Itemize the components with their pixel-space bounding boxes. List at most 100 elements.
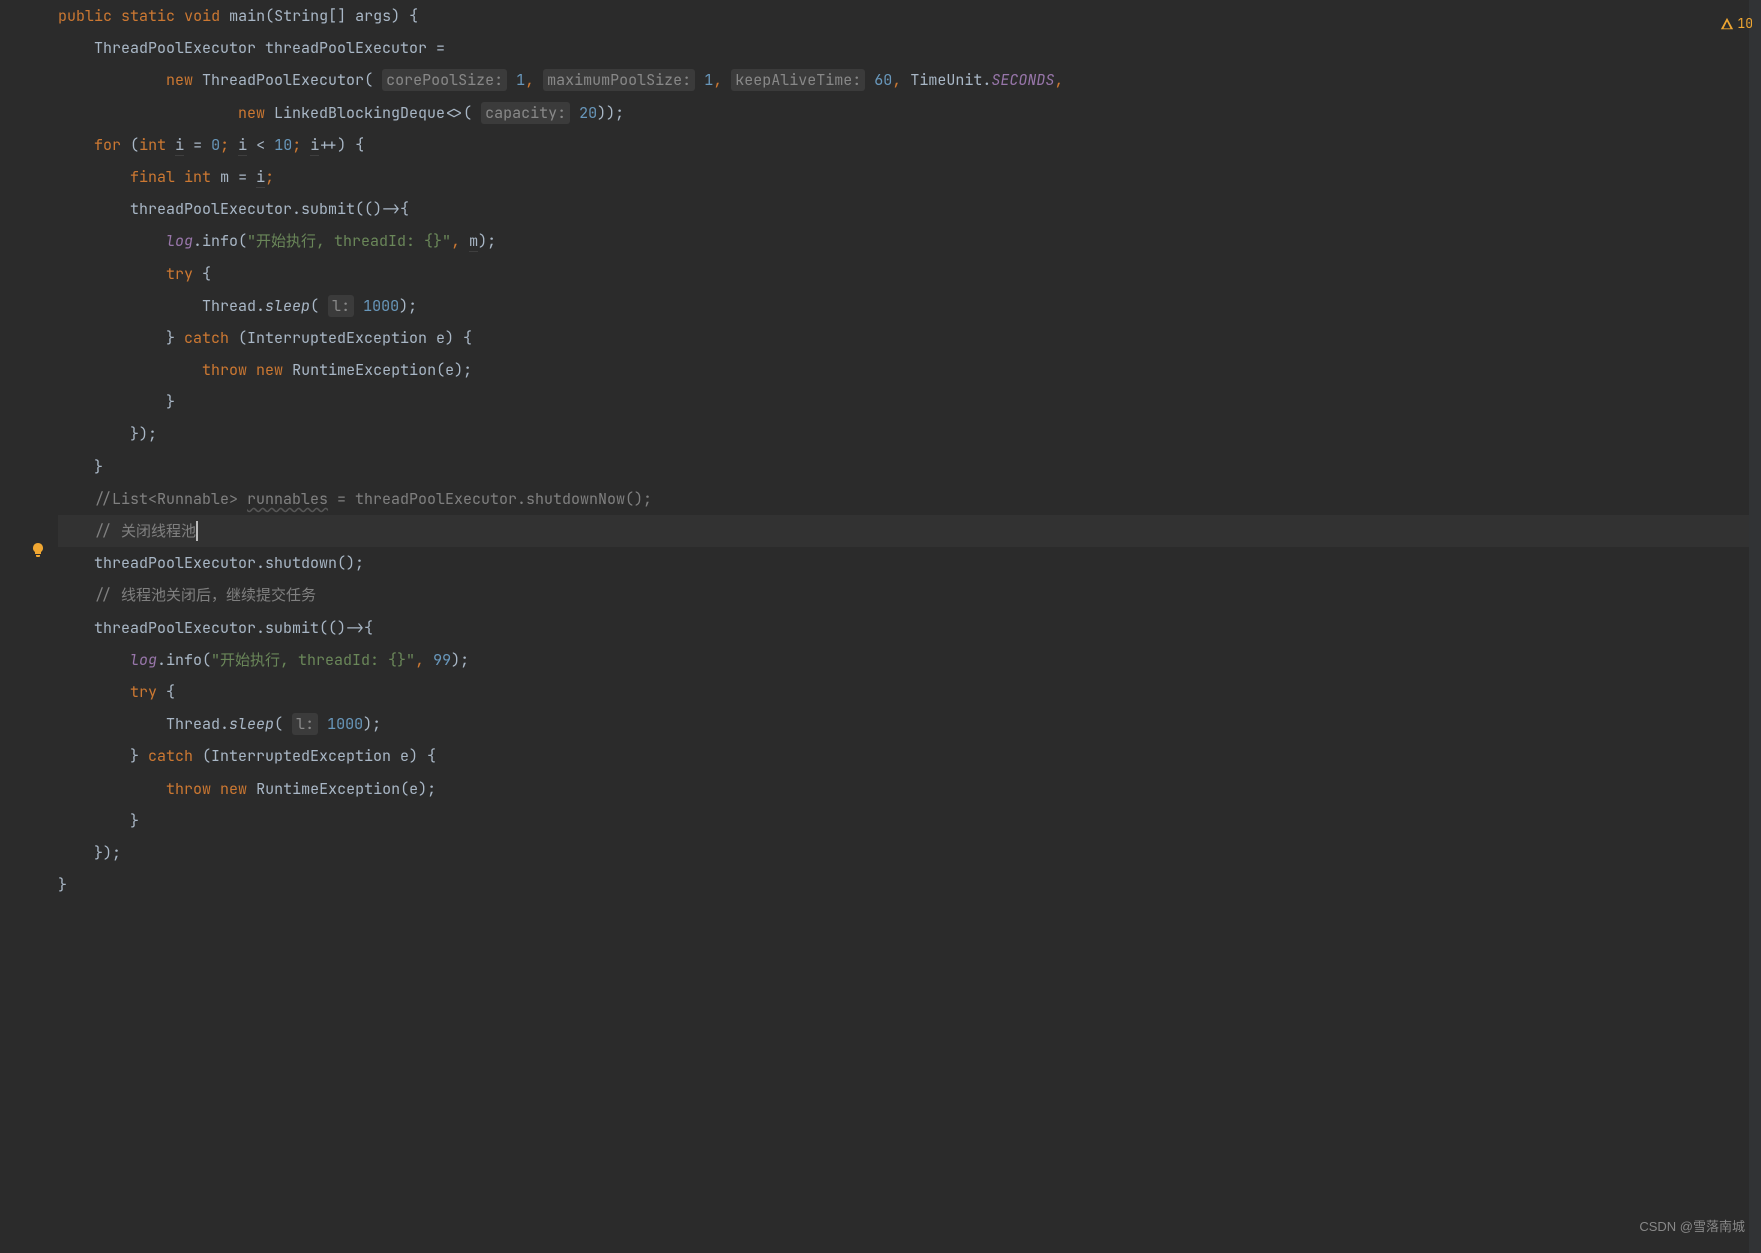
keyword-new: new [256, 360, 283, 380]
keyword-new: new [238, 103, 265, 123]
literal: 20 [579, 103, 597, 123]
class-ref: Thread. [202, 296, 265, 316]
semicolon: ; [265, 167, 274, 187]
comma: , [892, 70, 901, 90]
method-info: .info( [157, 650, 211, 670]
var-i: i [310, 135, 319, 156]
keyword-int: int [139, 135, 166, 155]
keyword-catch: catch [184, 328, 229, 348]
keyword-try: try [166, 264, 193, 284]
comment: // 线程池关闭后，继续提交任务 [94, 585, 316, 605]
keyword-void: void [184, 6, 220, 26]
method-call: threadPoolExecutor.submit(()->{ [130, 199, 409, 219]
literal: 0 [211, 135, 220, 155]
keyword-int: int [184, 167, 211, 187]
comma: , [451, 231, 469, 251]
text: < [247, 135, 274, 155]
method-name: main [229, 6, 265, 26]
brace: } [130, 746, 148, 766]
ctor: RuntimeException(e); [256, 779, 436, 799]
scrollbar[interactable] [1749, 0, 1761, 1253]
static-method: sleep [229, 714, 274, 734]
var-i: i [256, 167, 265, 188]
literal: 99 [433, 650, 451, 670]
comment-wavy: runnables [247, 489, 328, 509]
var-m: m [469, 231, 478, 252]
intention-bulb-icon[interactable] [30, 537, 46, 569]
warning-badge[interactable]: 10 [1720, 8, 1753, 40]
string: "开始执行, threadId: {}" [211, 650, 415, 670]
class-ref: Thread. [166, 714, 229, 734]
paren: ); [399, 296, 417, 316]
paren: ); [363, 714, 381, 734]
method-call: threadPoolExecutor.submit(()->{ [94, 618, 373, 638]
literal: 1000 [363, 296, 399, 316]
string: "开始执行, threadId: {}" [247, 231, 451, 251]
literal: 1 [704, 70, 713, 90]
comma: , [1054, 70, 1063, 90]
class-ref: TimeUnit. [910, 70, 991, 90]
field-log: log [130, 650, 157, 670]
var-decl: ThreadPoolExecutor threadPoolExecutor = [94, 38, 445, 58]
param-hint: maximumPoolSize: [543, 69, 695, 91]
warning-count: 10 [1737, 8, 1753, 40]
literal: 60 [874, 70, 892, 90]
text: = [184, 135, 211, 155]
code-editor[interactable]: public static void main(String[] args) {… [0, 0, 1761, 1253]
brace: } [166, 328, 184, 348]
caret [196, 521, 198, 541]
comma: , [525, 70, 534, 90]
param-hint: l: [328, 295, 354, 317]
ctor: LinkedBlockingDeque<>( [274, 103, 472, 123]
params: (InterruptedException e) { [229, 328, 472, 348]
var-i: i [238, 135, 247, 156]
param-hint: capacity: [481, 102, 570, 124]
params: (InterruptedException e) { [193, 746, 436, 766]
text: ( [130, 135, 139, 155]
code-content[interactable]: public static void main(String[] args) {… [50, 0, 1761, 1253]
brace: { [193, 264, 211, 284]
var-m: m = [220, 167, 256, 187]
method-call: threadPoolExecutor.shutdown(); [94, 553, 364, 573]
paren: ); [451, 650, 469, 670]
brace: { [157, 682, 175, 702]
comment: = threadPoolExecutor.shutdownNow(); [328, 489, 652, 509]
brace: } [94, 457, 103, 477]
params: (String[] args) { [265, 6, 418, 26]
keyword-throw: throw [166, 779, 211, 799]
paren: ); [478, 231, 496, 251]
brace: } [58, 875, 67, 895]
keyword-new: new [220, 779, 247, 799]
literal: 1 [516, 70, 525, 90]
field-log: log [166, 231, 193, 251]
comma: , [713, 70, 722, 90]
paren: ( [310, 296, 328, 316]
static-method: sleep [265, 296, 310, 316]
keyword-for: for [94, 135, 121, 155]
text: ; [220, 135, 238, 155]
enum-const: SECONDS [991, 70, 1054, 90]
paren: ( [274, 714, 292, 734]
paren-close: )); [597, 103, 624, 123]
keyword-final: final [130, 167, 175, 187]
text: ; [292, 135, 310, 155]
keyword-try: try [130, 682, 157, 702]
brace: } [130, 811, 139, 831]
brace: }); [130, 424, 157, 444]
param-hint: l: [292, 713, 318, 735]
comment: // 关闭线程池 [94, 521, 196, 541]
brace: } [166, 392, 175, 412]
text: ++) { [319, 135, 364, 155]
gutter [0, 0, 50, 1253]
param-hint: keepAliveTime: [731, 69, 865, 91]
keyword-throw: throw [202, 360, 247, 380]
ctor: ThreadPoolExecutor [202, 70, 364, 90]
warning-icon [1720, 17, 1734, 31]
method-info: .info( [193, 231, 247, 251]
param-hint: corePoolSize: [382, 69, 507, 91]
comment: //List<Runnable> [94, 489, 247, 509]
ctor: RuntimeException(e); [292, 360, 472, 380]
keyword-catch: catch [148, 746, 193, 766]
keyword-static: static [121, 6, 175, 26]
keyword-public: public [58, 6, 112, 26]
